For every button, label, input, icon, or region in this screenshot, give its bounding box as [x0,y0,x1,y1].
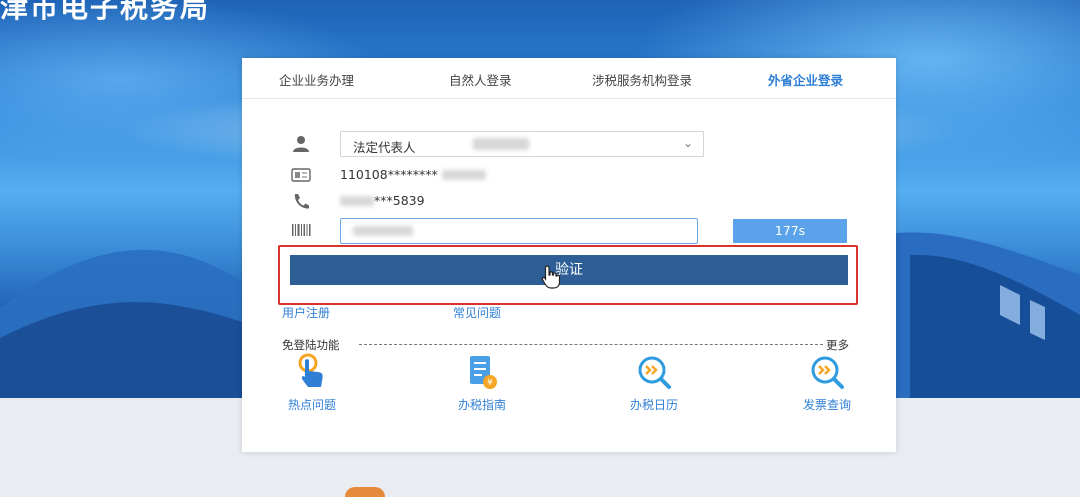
user-icon [293,136,309,152]
calendar-search-icon [638,356,671,389]
role-select[interactable]: 法定代表人 ⌄ [340,131,704,157]
id-number: 110108******** [340,167,438,182]
login-panel: 企业业务办理 自然人登录 涉税服务机构登录 外省企业登录 法定代表人 ⌄ 110… [242,58,896,452]
redacted-phone-prefix [340,196,374,206]
login-tabs: 企业业务办理 自然人登录 涉税服务机构登录 外省企业登录 [242,58,896,99]
hand-pointer-cursor-icon [541,265,561,289]
more-link[interactable]: 更多 [826,337,849,353]
tab-enterprise[interactable]: 企业业务办理 [279,70,354,89]
site-title: 津市电子税务局 [0,0,211,24]
redacted-name [473,138,529,150]
quick-item-invoice-query[interactable]: 发票查询 [787,353,867,413]
id-card-icon [291,168,311,182]
svg-text:¥: ¥ [487,378,493,388]
verification-code-input[interactable] [340,218,698,244]
quick-item-hot-questions[interactable]: 热点问题 [272,353,352,413]
bottom-decoration [345,487,385,497]
role-select-value: 法定代表人 [353,140,416,155]
quick-item-label: 发票查询 [802,398,851,412]
tab-out-of-province[interactable]: 外省企业登录 [768,70,843,89]
phone-number: ***5839 [374,193,425,208]
quick-item-tax-guide[interactable]: ¥ 办税指南 [442,353,522,413]
tab-individual[interactable]: 自然人登录 [449,70,512,89]
quick-item-label: 热点问题 [287,398,336,412]
phone-icon [294,194,309,209]
chevron-down-icon: ⌄ [682,136,693,150]
barcode-icon [292,224,311,236]
redacted-id [442,170,486,180]
guide-document-icon: ¥ [470,356,497,389]
quick-functions-title: 免登陆功能 [282,338,340,352]
verify-button[interactable]: 验证 [290,255,848,285]
tap-hand-icon [298,353,323,387]
quick-item-label: 办税指南 [457,398,506,412]
register-link[interactable]: 用户注册 [282,304,330,321]
quick-item-tax-calendar[interactable]: 办税日历 [614,353,694,413]
faq-link[interactable]: 常见问题 [453,304,501,321]
redacted-code [353,226,413,236]
resend-countdown-button[interactable]: 177s [733,219,847,243]
great-wall-illustration-right [880,232,1080,398]
tab-tax-agency[interactable]: 涉税服务机构登录 [592,70,692,89]
invoice-search-icon [811,356,844,389]
section-divider [359,344,823,345]
quick-item-label: 办税日历 [629,398,678,412]
